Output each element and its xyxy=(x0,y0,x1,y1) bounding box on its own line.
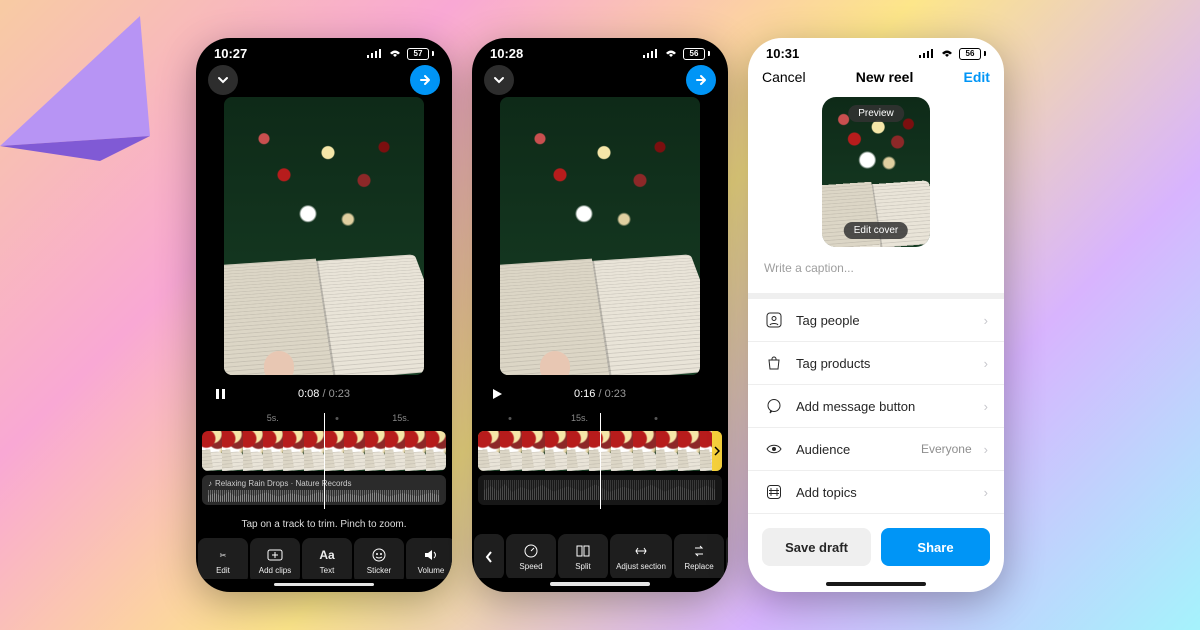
status-bar: 10:28 56 xyxy=(472,38,728,63)
page-title: New reel xyxy=(856,69,914,85)
collapse-button[interactable] xyxy=(484,65,514,95)
status-bar: 10:27 57 xyxy=(196,38,452,63)
option-tag-people[interactable]: Tag people › xyxy=(748,299,1004,342)
collapse-button[interactable] xyxy=(208,65,238,95)
cancel-button[interactable]: Cancel xyxy=(762,69,806,85)
phone-editor-1: 10:27 57 0:08 / 0:23 5s. 15s. xyxy=(196,38,452,592)
playhead[interactable] xyxy=(324,413,325,509)
bag-icon xyxy=(764,353,784,373)
replace-icon xyxy=(691,543,707,559)
split-icon xyxy=(575,543,591,559)
tool-replace[interactable]: Replace xyxy=(674,534,724,579)
battery-icon: 57 xyxy=(407,48,434,60)
battery-icon: 56 xyxy=(959,48,986,60)
timeline[interactable]: 15s. xyxy=(472,413,728,509)
tool-volume[interactable]: Volume xyxy=(406,538,452,579)
text-icon: Aa xyxy=(319,547,335,563)
phone-new-reel: 10:31 56 Cancel New reel Edit Preview Ed… xyxy=(748,38,1004,592)
timeline[interactable]: 5s. 15s. ♪Relaxing Rain Drops · Nature R… xyxy=(196,413,452,509)
video-preview[interactable] xyxy=(500,97,700,375)
editor-toolbar: ✂Edit Add clips AaText Sticker Volume xyxy=(196,538,452,579)
share-button[interactable]: Share xyxy=(881,528,990,566)
option-add-topics[interactable]: Add topics › xyxy=(748,471,1004,514)
speed-icon xyxy=(523,543,539,559)
tool-add-clips[interactable]: Add clips xyxy=(250,538,300,579)
tool-edit[interactable]: ✂Edit xyxy=(198,538,248,579)
home-indicator[interactable] xyxy=(274,583,374,586)
signal-icon xyxy=(919,46,935,61)
person-icon xyxy=(764,310,784,330)
chevron-left-icon xyxy=(481,549,497,565)
playback-total: 0:23 xyxy=(605,388,626,400)
chevron-right-icon: › xyxy=(984,399,988,414)
scissors-icon: ✂ xyxy=(215,547,231,563)
option-add-message-button[interactable]: Add message button › xyxy=(748,385,1004,428)
edit-cover-badge[interactable]: Edit cover xyxy=(844,222,908,239)
home-indicator[interactable] xyxy=(550,582,650,586)
tool-crop-partial[interactable] xyxy=(726,534,728,579)
save-draft-button[interactable]: Save draft xyxy=(762,528,871,566)
hash-icon xyxy=(764,482,784,502)
timeline-hint: Tap on a track to trim. Pinch to zoom. xyxy=(196,509,452,538)
next-button[interactable] xyxy=(410,65,440,95)
tool-sticker[interactable]: Sticker xyxy=(354,538,404,579)
audience-value: Everyone xyxy=(921,442,972,456)
preview-badge[interactable]: Preview xyxy=(848,105,904,122)
chat-icon xyxy=(764,396,784,416)
playhead[interactable] xyxy=(600,413,601,509)
signal-icon xyxy=(367,46,383,61)
sticker-icon xyxy=(371,547,387,563)
next-button[interactable] xyxy=(686,65,716,95)
wifi-icon xyxy=(387,46,403,61)
volume-icon xyxy=(423,547,439,563)
eye-icon xyxy=(764,439,784,459)
video-preview[interactable] xyxy=(224,97,424,375)
wifi-icon xyxy=(939,46,955,61)
chevron-right-icon: › xyxy=(984,356,988,371)
editor-toolbar: Speed Split Adjust section Replace xyxy=(472,534,728,579)
playback-total: 0:23 xyxy=(329,388,350,400)
status-bar: 10:31 56 xyxy=(748,38,1004,63)
trim-handle-right[interactable] xyxy=(712,431,722,471)
chevron-right-icon: › xyxy=(984,442,988,457)
option-tag-products[interactable]: Tag products › xyxy=(748,342,1004,385)
tool-text[interactable]: AaText xyxy=(302,538,352,579)
caption-input[interactable]: Write a caption... xyxy=(748,257,1004,293)
wifi-icon xyxy=(663,46,679,61)
music-icon: ♪ xyxy=(208,479,212,488)
add-clip-icon xyxy=(267,547,283,563)
chevron-right-icon: › xyxy=(984,313,988,328)
tool-speed[interactable]: Speed xyxy=(506,534,556,579)
playback-current: 0:08 xyxy=(298,388,319,400)
status-time: 10:27 xyxy=(214,46,247,61)
chevron-right-icon: › xyxy=(984,485,988,500)
phone-editor-2: 10:28 56 0:16 / 0:23 15s. xyxy=(472,38,728,592)
status-time: 10:28 xyxy=(490,46,523,61)
tool-adjust-section[interactable]: Adjust section xyxy=(610,534,672,579)
option-audience[interactable]: Audience Everyone › xyxy=(748,428,1004,471)
tool-split[interactable]: Split xyxy=(558,534,608,579)
new-reel-header: Cancel New reel Edit xyxy=(748,63,1004,91)
status-time: 10:31 xyxy=(766,46,799,61)
edit-button[interactable]: Edit xyxy=(964,69,990,85)
home-indicator[interactable] xyxy=(826,582,926,586)
toolbar-back[interactable] xyxy=(474,534,504,579)
playback-current: 0:16 xyxy=(574,388,595,400)
battery-icon: 56 xyxy=(683,48,710,60)
adjust-icon xyxy=(633,543,649,559)
reel-thumbnail[interactable]: Preview Edit cover xyxy=(822,97,930,247)
signal-icon xyxy=(643,46,659,61)
